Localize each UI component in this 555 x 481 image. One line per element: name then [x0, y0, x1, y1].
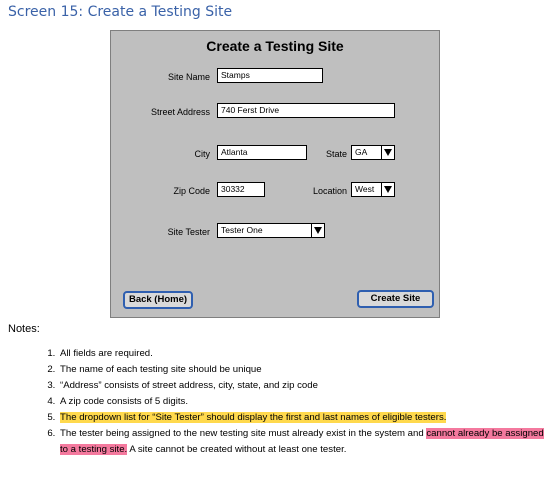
list-item: The dropdown list for “Site Tester” shou… — [58, 410, 548, 426]
form-title: Create a Testing Site — [206, 38, 344, 54]
site-name-label: Site Name — [167, 72, 210, 82]
state-value: GA — [355, 147, 368, 157]
list-item: A zip code consists of 5 digits. — [58, 394, 548, 410]
notes-heading: Notes: — [8, 323, 40, 335]
highlighted-note: The dropdown list for “Site Tester” shou… — [60, 412, 447, 423]
site-tester-dropdown[interactable]: Tester One — [217, 223, 325, 238]
list-item: All fields are required. — [58, 346, 548, 362]
city-input[interactable]: Atlanta — [217, 145, 307, 160]
page-heading: Screen 15: Create a Testing Site — [8, 4, 233, 20]
back-home-button[interactable]: Back (Home) — [123, 291, 193, 309]
street-address-label: Street Address — [150, 107, 210, 117]
site-name-input[interactable]: Stamps — [217, 68, 323, 83]
note-text: The tester being assigned to the new tes… — [60, 428, 427, 439]
create-site-button[interactable]: Create Site — [357, 290, 434, 308]
list-item: The tester being assigned to the new tes… — [58, 426, 548, 458]
location-dropdown[interactable]: West — [351, 182, 395, 197]
notes-list: All fields are required. The name of eac… — [24, 346, 548, 458]
dropdown-arrow-icon[interactable] — [381, 183, 394, 196]
city-label: City — [194, 149, 211, 159]
location-label: Location — [312, 186, 347, 196]
create-site-form: Create a Testing Site Site Name Stamps S… — [110, 30, 440, 318]
list-item: The name of each testing site should be … — [58, 362, 548, 378]
location-value: West — [355, 184, 375, 194]
state-dropdown[interactable]: GA — [351, 145, 395, 160]
site-tester-label: Site Tester — [167, 227, 210, 237]
dropdown-arrow-icon[interactable] — [381, 146, 394, 159]
state-label: State — [325, 149, 347, 159]
dropdown-arrow-icon[interactable] — [311, 224, 324, 237]
zip-code-input[interactable]: 30332 — [217, 182, 265, 197]
note-text: A site cannot be created without at leas… — [127, 444, 347, 455]
site-tester-value: Tester One — [221, 225, 263, 235]
zip-code-label: Zip Code — [173, 186, 210, 196]
street-address-input[interactable]: 740 Ferst Drive — [217, 103, 395, 118]
list-item: “Address” consists of street address, ci… — [58, 378, 548, 394]
